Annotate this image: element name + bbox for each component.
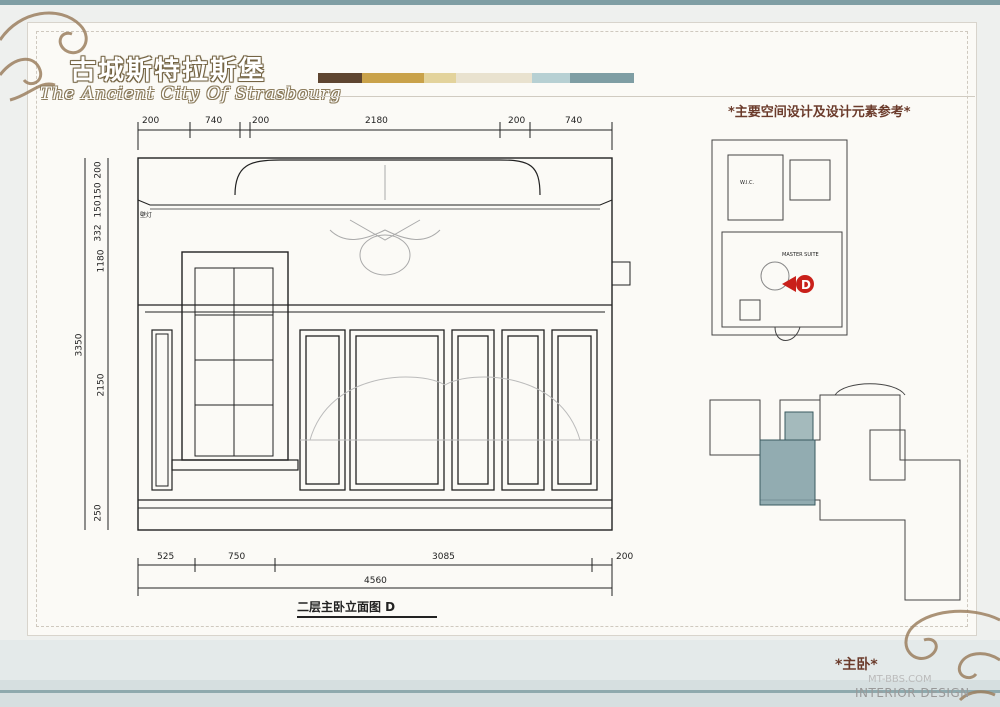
palette-swatch xyxy=(532,73,570,83)
bottom-total-dim: 4560 xyxy=(364,576,387,586)
dim-label: 200 xyxy=(616,552,634,562)
window-frame xyxy=(181,251,289,461)
lamp-label: 壁灯 xyxy=(140,212,153,219)
highlighted-master-suite xyxy=(759,439,816,506)
plan-label-wic: W.I.C. xyxy=(740,180,755,186)
page-title-cn: 古城斯特拉斯堡 xyxy=(70,56,267,86)
dim-label: 2150 xyxy=(96,373,107,397)
wall-outline xyxy=(137,157,613,531)
red-view-marker: D xyxy=(782,275,814,293)
watermark-site: MT-BBS.COM xyxy=(868,674,932,685)
canopy-arch xyxy=(234,159,541,196)
palette-swatch xyxy=(456,73,532,83)
palette-swatch xyxy=(362,73,424,83)
watermark-brand: INTERIOR DESIGN xyxy=(855,686,970,700)
page-title-en: The Ancient City Of Strasbourg xyxy=(40,84,342,104)
marker-letter: D xyxy=(801,278,811,292)
palette-swatch xyxy=(318,73,362,83)
caption-underline xyxy=(297,616,437,618)
dim-label: 200 xyxy=(93,161,104,179)
floor-plan-lower xyxy=(709,383,961,601)
dimension-lines xyxy=(84,122,613,596)
dim-label: 750 xyxy=(228,552,246,562)
crown-moulding xyxy=(137,199,613,206)
plan-label-master: MASTER SUITE xyxy=(782,252,819,258)
top-dims: 200 740 200 2180 200 740 xyxy=(0,116,1000,130)
header-rule xyxy=(300,96,975,97)
dim-label: 150 xyxy=(93,200,104,218)
room-label: *主卧* xyxy=(835,657,878,673)
floor-plan-upper xyxy=(711,139,848,341)
chandelier-sketch xyxy=(329,165,441,276)
elevation-caption: 二层主卧立面图 D xyxy=(297,600,396,614)
palette-swatch xyxy=(570,73,634,83)
dim-label: 150 xyxy=(93,182,104,200)
dim-label: 2180 xyxy=(365,116,388,126)
dim-label: 200 xyxy=(508,116,526,126)
color-palette xyxy=(318,73,634,83)
wall-panels xyxy=(299,329,598,491)
dim-label: 3350 xyxy=(74,333,85,357)
dim-label: 332 xyxy=(93,224,104,242)
palette-swatch xyxy=(424,73,456,83)
dim-label: 200 xyxy=(252,116,270,126)
dim-label: 3085 xyxy=(432,552,455,562)
dim-label: 740 xyxy=(205,116,223,126)
dim-label: 1180 xyxy=(96,249,107,273)
dim-label: 525 xyxy=(157,552,175,562)
dim-label: 740 xyxy=(565,116,583,126)
window-sill xyxy=(171,459,299,471)
dim-label: 200 xyxy=(142,116,160,126)
elevation-drawing xyxy=(137,157,631,531)
dim-label: 250 xyxy=(93,504,104,522)
